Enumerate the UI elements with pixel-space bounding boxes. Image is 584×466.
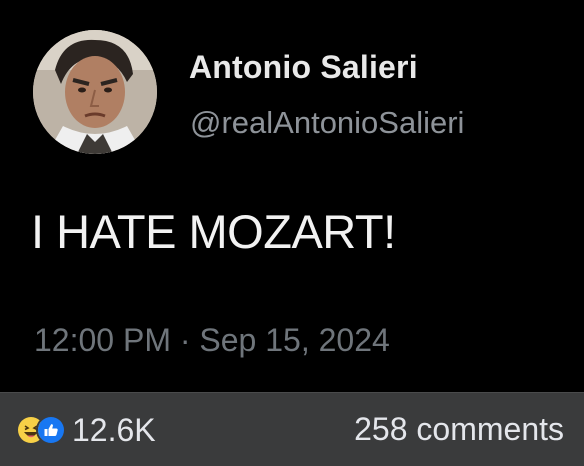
like-thumb-icon (36, 415, 66, 445)
reaction-count: 12.6K (72, 411, 156, 448)
avatar[interactable] (33, 30, 157, 154)
post-timestamp: 12:00 PM · Sep 15, 2024 (34, 322, 390, 359)
author-display-name[interactable]: Antonio Salieri (189, 49, 418, 86)
avatar-image (33, 30, 157, 154)
post-text: I HATE MOZART! (31, 205, 396, 258)
post-card: Antonio Salieri @realAntonioSalieri I HA… (0, 0, 584, 392)
author-handle[interactable]: @realAntonioSalieri (190, 105, 464, 141)
comments-count-link[interactable]: 258 comments (354, 411, 564, 448)
meta-separator: · (179, 322, 191, 358)
reactions-summary[interactable]: 12.6K (16, 412, 156, 448)
reaction-footer: 12.6K 258 comments (0, 392, 584, 466)
post-date: Sep 15, 2024 (199, 322, 390, 358)
post-time: 12:00 PM (34, 322, 171, 358)
